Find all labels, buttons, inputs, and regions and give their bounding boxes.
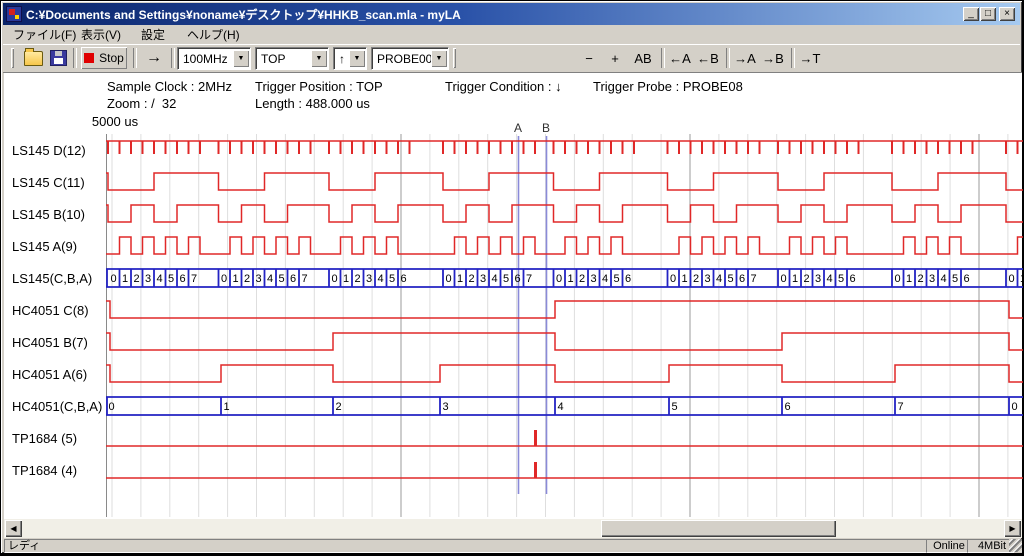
chevron-down-icon[interactable]: ▼ (349, 50, 365, 67)
channel-label: TP1684 (4) (12, 463, 77, 478)
sample-clock-combo[interactable]: 100MHz ▼ (177, 47, 251, 70)
horizontal-scrollbar[interactable]: ◀ ▶ (4, 519, 1022, 538)
trigger-position-info: Trigger Position : TOP (255, 79, 383, 94)
maximize-button[interactable]: □ (980, 7, 996, 21)
screen: C:¥Documents and Settings¥noname¥デスクトップ¥… (0, 0, 1024, 556)
close-button[interactable]: × (999, 7, 1015, 21)
waveform-client-area[interactable]: Sample Clock : 2MHz Trigger Position : T… (4, 72, 1022, 520)
toolbar-grip[interactable] (11, 48, 14, 68)
status-memory: 4MBit (967, 539, 1014, 553)
trigger-edge-value: ↑ (334, 52, 349, 66)
status-online: Online (926, 539, 969, 553)
open-folder-icon (24, 51, 43, 66)
menu-settings[interactable]: 設定 (137, 27, 169, 43)
channel-label: HC4051 A(6) (12, 367, 87, 382)
zoom-out-button[interactable]: − (578, 47, 600, 69)
scroll-right-icon[interactable]: ▶ (1004, 520, 1021, 537)
scroll-left-icon[interactable]: ◀ (5, 520, 22, 537)
toolbar-grip[interactable] (453, 48, 456, 68)
channel-label: TP1684 (5) (12, 431, 77, 446)
trigger-position-value: TOP (256, 52, 311, 66)
chevron-down-icon[interactable]: ▼ (431, 50, 447, 67)
resize-grip[interactable] (1009, 539, 1022, 552)
toolbar-separator (726, 48, 730, 68)
open-button[interactable] (21, 47, 45, 69)
save-button[interactable] (47, 47, 69, 69)
channel-label: LS145(C,B,A) (12, 271, 92, 286)
chevron-down-icon[interactable]: ▼ (233, 50, 249, 67)
toolbar-separator (661, 48, 665, 68)
zoom-info: Zoom : / 32 (107, 96, 176, 111)
stop-label: Stop (99, 51, 124, 65)
goto-a-right-button[interactable]: →A (732, 47, 758, 69)
menu-help[interactable]: ヘルプ(H) (183, 27, 244, 43)
window-title: C:¥Documents and Settings¥noname¥デスクトップ¥… (26, 6, 461, 23)
toolbar-separator (133, 48, 137, 68)
trigger-edge-combo[interactable]: ↑ ▼ (333, 47, 367, 70)
status-ready: レディ (4, 539, 927, 553)
toolbar: Stop → 100MHz ▼ TOP ▼ ↑ ▼ PROBE00 ▼ − + … (3, 44, 1020, 73)
goto-b-right-button[interactable]: →B (760, 47, 786, 69)
toolbar-separator (171, 48, 175, 68)
channel-label: LS145 C(11) (12, 175, 85, 190)
trigger-condition-info: Trigger Condition : ↓ (445, 79, 562, 94)
title-bar[interactable]: C:¥Documents and Settings¥noname¥デスクトップ¥… (3, 3, 1020, 25)
app-icon[interactable] (6, 6, 22, 22)
zoom-in-button[interactable]: + (604, 47, 626, 69)
goto-b-left-button[interactable]: ←B (695, 47, 721, 69)
length-info: Length : 488.000 us (255, 96, 370, 111)
scrollbar-thumb[interactable] (601, 520, 836, 537)
ab-button[interactable]: AB (630, 47, 656, 69)
trigger-position-combo[interactable]: TOP ▼ (255, 47, 329, 70)
menu-view[interactable]: 表示(V) (77, 27, 125, 43)
goto-trigger-button[interactable]: →T (797, 47, 823, 69)
trigger-probe-value: PROBE00 (372, 52, 431, 66)
run-button[interactable]: → (139, 47, 169, 69)
channel-label: LS145 B(10) (12, 207, 85, 222)
sample-clock-info: Sample Clock : 2MHz (107, 79, 232, 94)
trigger-probe-combo[interactable]: PROBE00 ▼ (371, 47, 449, 70)
toolbar-separator (791, 48, 795, 68)
ruler-time-label: 5000 us (82, 114, 148, 129)
menu-bar: ファイル(F) 表示(V) 設定 ヘルプ(H) (3, 26, 1020, 44)
channel-label: HC4051 B(7) (12, 335, 88, 350)
stop-button[interactable]: Stop (81, 47, 127, 69)
channel-label: HC4051(C,B,A) (12, 399, 102, 414)
toolbar-separator (73, 48, 77, 68)
status-bar: レディ Online 4MBit (4, 539, 1022, 553)
minimize-button[interactable]: _ (963, 7, 979, 21)
chevron-down-icon[interactable]: ▼ (311, 50, 327, 67)
channel-label: LS145 D(12) (12, 143, 86, 158)
menu-file[interactable]: ファイル(F) (9, 27, 80, 43)
stop-icon (84, 53, 94, 63)
trigger-probe-info: Trigger Probe : PROBE08 (593, 79, 743, 94)
save-floppy-icon (50, 50, 67, 66)
sample-clock-value: 100MHz (178, 52, 233, 66)
channel-label: HC4051 C(8) (12, 303, 89, 318)
app-window: C:¥Documents and Settings¥noname¥デスクトップ¥… (1, 1, 1022, 553)
goto-a-left-button[interactable]: ←A (667, 47, 693, 69)
channel-label: LS145 A(9) (12, 239, 77, 254)
